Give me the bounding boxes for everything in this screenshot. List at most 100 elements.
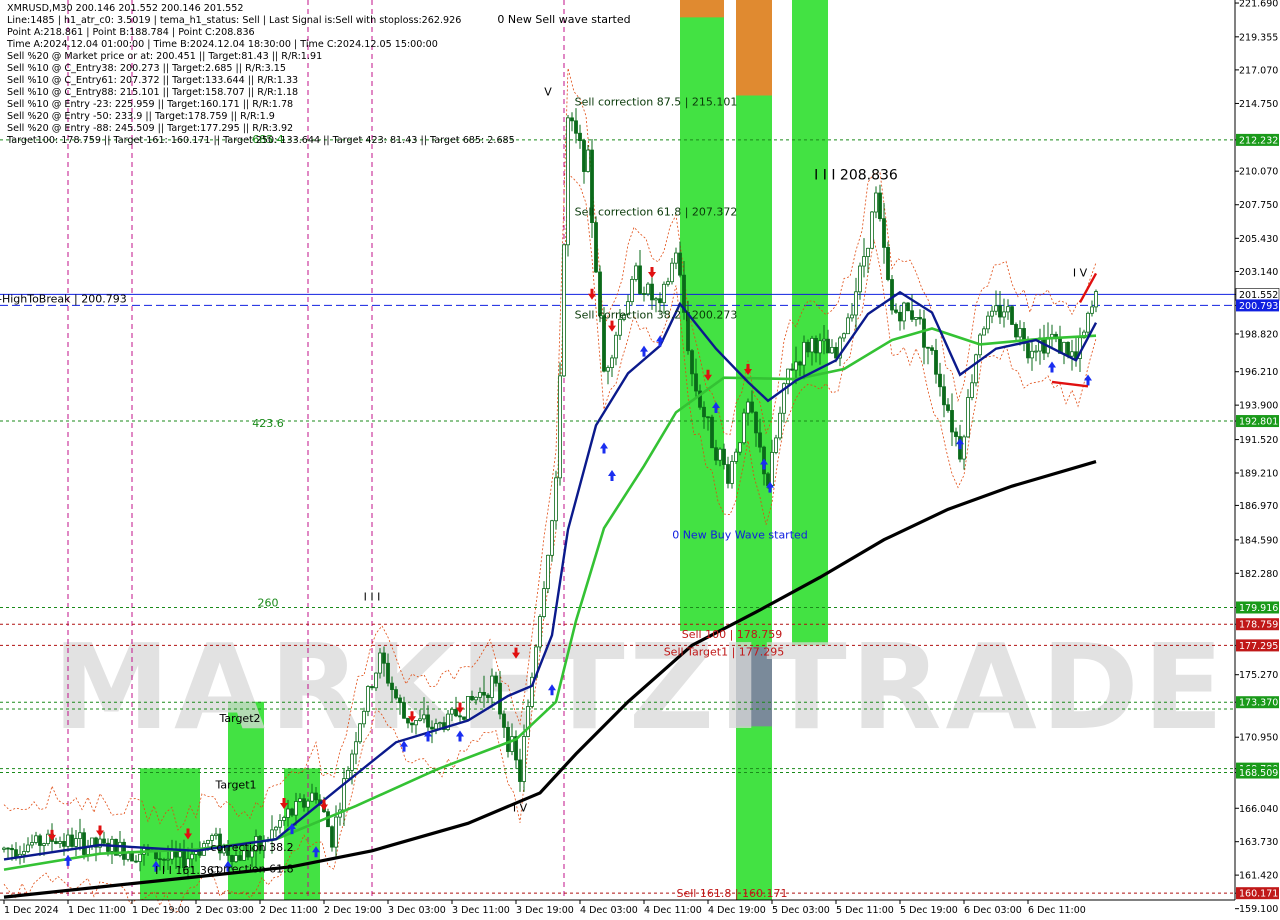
bear-candle [798,361,802,366]
y-tick-label: 182.280 [1239,569,1278,580]
bull-candle [634,265,638,280]
info-line: Time A:2024.12.04 01:00:00 | Time B:2024… [7,39,438,50]
bear-candle [302,798,306,808]
bull-candle [466,696,470,720]
annotation-label: 0 New Buy Wave started [672,528,808,541]
bull-candle [810,337,814,353]
bull-candle [778,412,782,439]
bear-candle [402,702,406,719]
bull-candle [538,616,542,648]
annotation-label: I I I 208.836 [814,167,898,183]
bull-candle [970,382,974,398]
bull-candle [914,317,918,320]
bear-candle [706,416,710,419]
bull-candle [618,319,622,336]
bull-candle [734,451,738,462]
bear-candle [750,401,754,413]
bull-candle [274,826,278,831]
info-line: Sell %10 @ C_Entry88: 215.101 || Target:… [7,87,299,98]
bear-candle [998,305,1002,318]
bear-candle [482,691,486,696]
price-tag-label: 177.295 [1239,641,1278,652]
annotation-label: V [544,85,552,98]
bull-candle [818,340,822,354]
info-line: Sell %20 @ Entry -50: 233.9 || Target:17… [7,111,275,122]
bull-candle [26,844,30,852]
price-tag-label: 173.370 [1239,698,1278,709]
bull-candle [434,723,438,730]
bull-candle [78,832,82,839]
x-tick-label: 4 Dec 11:00 [644,905,702,916]
bear-candle [938,373,942,388]
bear-candle [754,411,758,434]
bull-candle [178,851,182,858]
watermark: MARKETZITRADE [53,618,1224,756]
y-tick-label: 198.820 [1239,329,1278,340]
bear-candle [10,847,14,851]
bear-candle [650,283,654,301]
bear-candle [454,708,458,717]
bull-candle [870,211,874,249]
bull-candle [1030,350,1034,359]
y-tick-label: 186.970 [1239,501,1278,512]
bear-candle [826,338,830,354]
bull-candle [234,855,238,863]
bull-candle [438,722,442,725]
bull-candle [718,448,722,461]
bear-candle [930,347,934,351]
price-tag-label: 168.509 [1239,768,1278,779]
bull-candle [606,367,610,372]
bear-candle [470,696,474,701]
bull-candle [310,792,314,802]
bull-candle [206,840,210,844]
y-tick-label: 196.210 [1239,367,1278,378]
bull-candle [1090,306,1094,314]
bull-candle [346,769,350,780]
x-tick-label: 3 Dec 03:00 [388,905,446,916]
bull-candle [522,736,526,782]
bear-candle [314,792,318,801]
bull-candle [354,741,358,755]
bull-candle [422,714,426,720]
y-tick-label: 205.430 [1239,234,1278,245]
bull-candle [1002,311,1006,318]
bull-candle [490,675,494,698]
bear-candle [642,293,646,295]
bear-candle [638,265,642,294]
bull-candle [30,842,34,846]
bear-candle [894,309,898,313]
bear-candle [910,310,914,320]
bear-candle [690,350,694,375]
bear-candle [942,386,946,406]
bear-candle [162,858,166,861]
bear-candle [950,410,954,433]
bear-candle [582,140,586,172]
x-tick-label: 4 Dec 03:00 [580,905,638,916]
annotation-label: correction 38.2 [210,841,293,854]
bear-candle [906,302,910,312]
x-tick-label: 2 Dec 19:00 [324,905,382,916]
bull-candle [842,333,846,339]
x-tick-label: 4 Dec 19:00 [708,905,766,916]
bear-candle [14,849,18,858]
bear-candle [658,298,662,304]
bull-candle [58,841,62,844]
bull-candle [854,291,858,316]
bear-candle [238,855,242,861]
bear-candle [594,222,598,273]
annotation-label: Sell correction 38.2 | 200.273 [575,308,738,321]
annotation-label: Sell correction 87.5 | 215.101 [575,96,738,109]
y-tick-label: 161.420 [1239,871,1278,882]
bull-candle [294,801,298,816]
y-tick-label: 189.210 [1239,469,1278,480]
bull-candle [306,800,310,808]
bull-candle [558,375,562,479]
bear-candle [158,858,162,861]
annotation-label: FSB-HighToBreak | 200.793 [0,292,127,305]
bull-candle [742,412,746,444]
bear-candle [102,838,106,844]
bull-candle [474,696,478,701]
price-tag-label: 160.171 [1239,889,1278,900]
bear-candle [834,346,838,359]
annotation-label: I V [513,802,528,815]
